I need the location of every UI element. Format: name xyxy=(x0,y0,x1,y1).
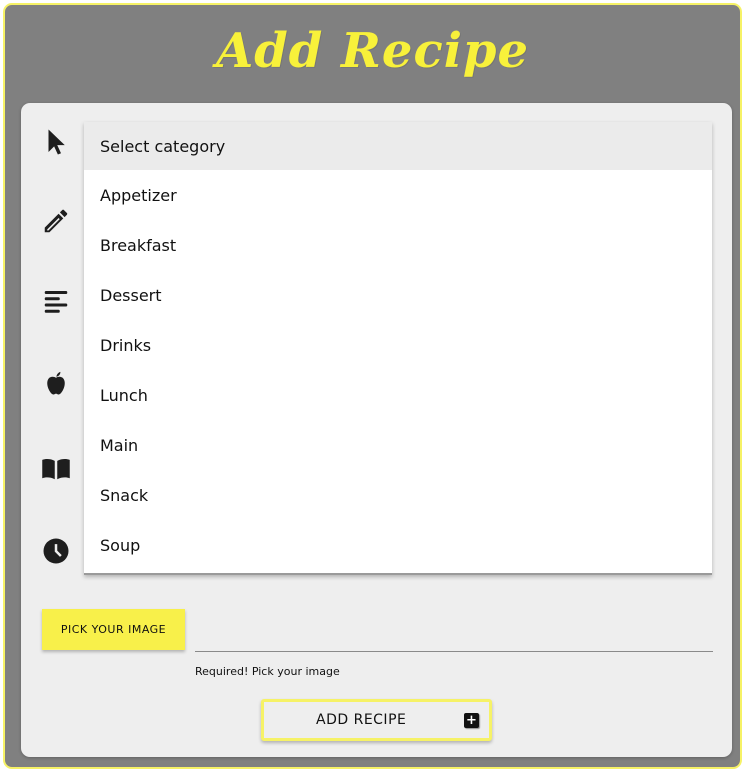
pencil-icon xyxy=(39,204,73,238)
category-option-main[interactable]: Main xyxy=(84,420,712,470)
category-option-drinks[interactable]: Drinks xyxy=(84,320,712,370)
category-option-appetizer[interactable]: Appetizer xyxy=(84,170,712,220)
category-select-placeholder[interactable]: Select category xyxy=(84,122,712,170)
recipe-form-card: Select category Appetizer Breakfast Dess… xyxy=(21,103,732,757)
image-helper-text: Required! Pick your image xyxy=(195,665,340,678)
category-option-lunch[interactable]: Lunch xyxy=(84,370,712,420)
category-option-breakfast[interactable]: Breakfast xyxy=(84,220,712,270)
category-option-dessert[interactable]: Dessert xyxy=(84,270,712,320)
app-frame: Add Recipe Select category Appetizer Bre… xyxy=(3,3,742,769)
cursor-icon xyxy=(39,125,73,159)
image-field[interactable] xyxy=(195,651,713,652)
plus-square-icon: + xyxy=(464,713,479,728)
add-recipe-label: ADD RECIPE xyxy=(316,712,407,728)
category-option-snack[interactable]: Snack xyxy=(84,470,712,520)
pick-image-button[interactable]: PICK YOUR IMAGE xyxy=(42,609,185,650)
clock-icon xyxy=(39,534,73,568)
page-title: Add Recipe xyxy=(215,23,530,79)
add-recipe-button[interactable]: ADD RECIPE + xyxy=(261,699,492,741)
category-option-soup[interactable]: Soup xyxy=(84,520,712,570)
align-left-icon xyxy=(39,284,73,318)
book-icon xyxy=(39,451,73,485)
category-dropdown[interactable]: Select category Appetizer Breakfast Dess… xyxy=(84,122,712,575)
apple-icon xyxy=(39,367,73,401)
